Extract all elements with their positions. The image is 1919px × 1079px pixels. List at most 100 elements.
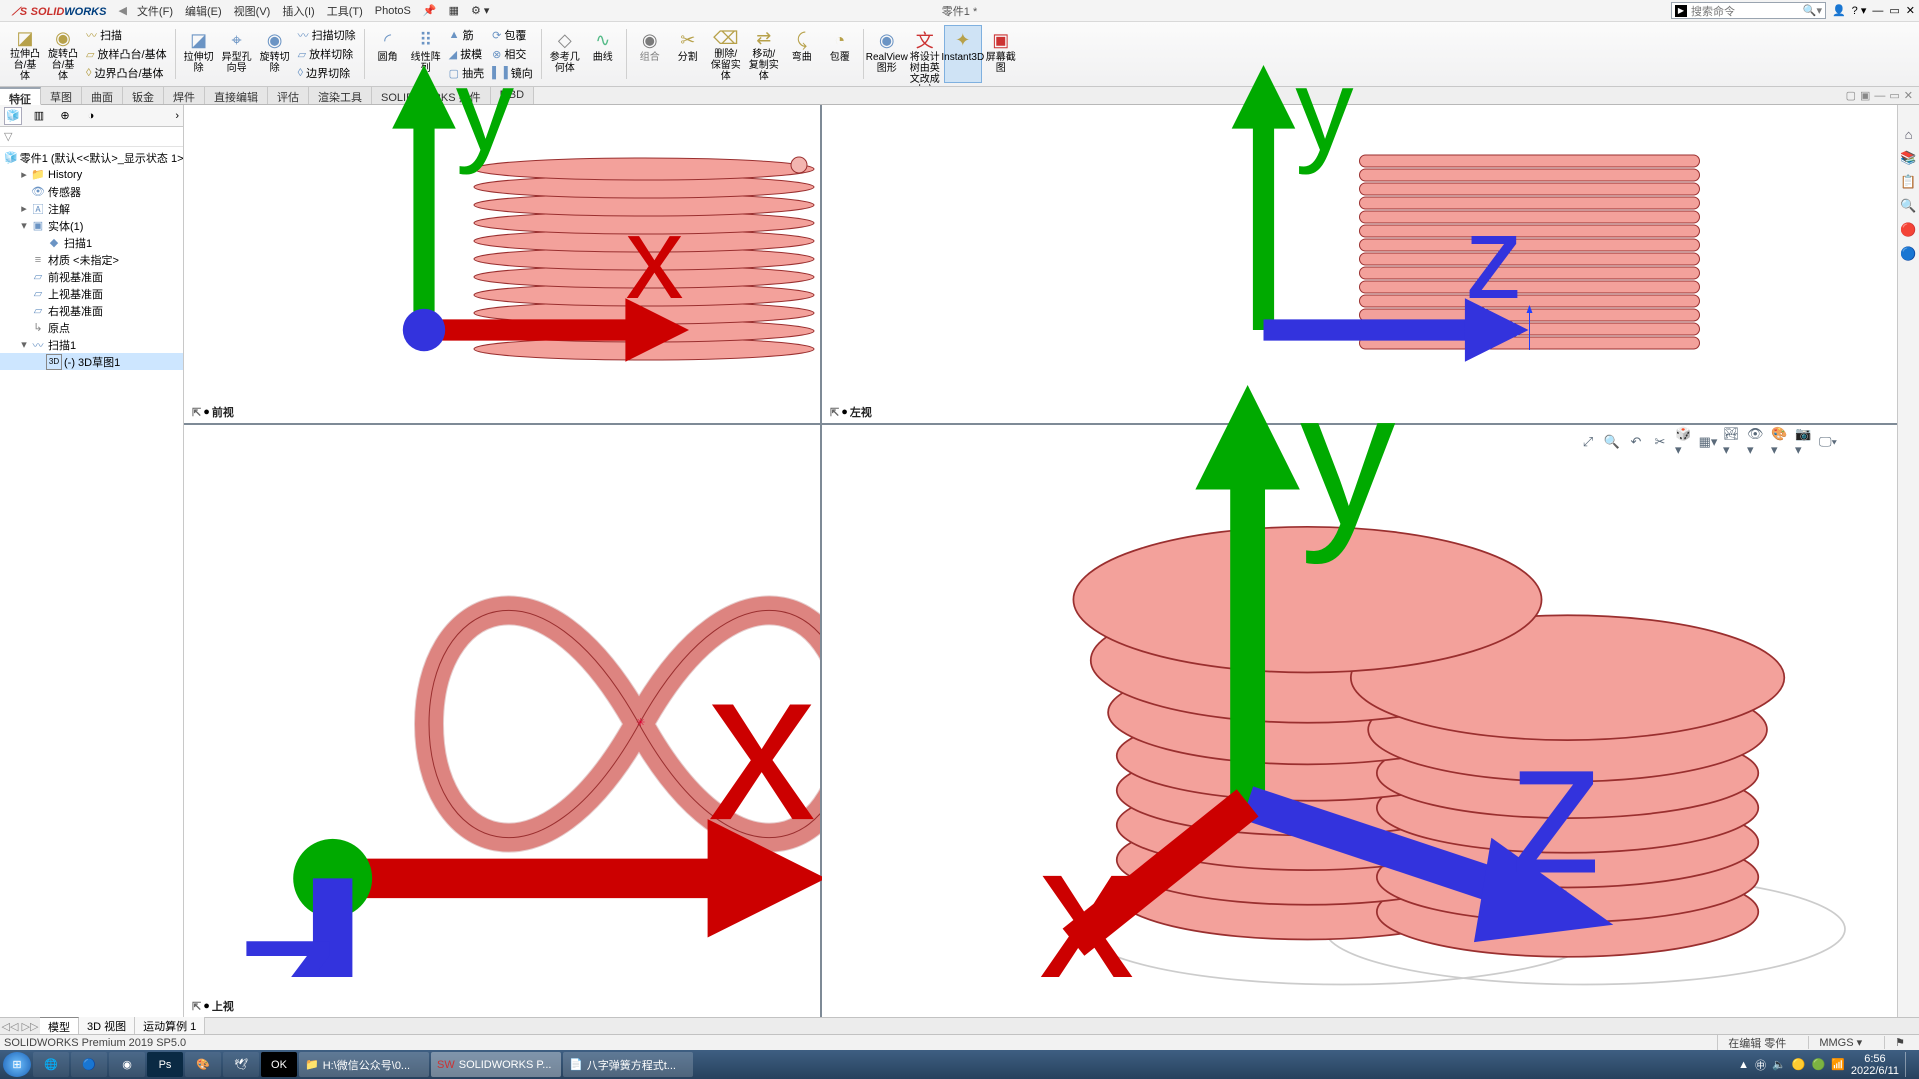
close-icon[interactable]: ✕ <box>1906 4 1915 17</box>
menu-view[interactable]: 视图(V) <box>228 3 277 19</box>
status-product: SOLIDWORKS Premium 2019 SP5.0 <box>4 1037 186 1049</box>
taskbar-app-7[interactable]: OK <box>261 1052 297 1077</box>
windows-taskbar: ⊞ 🌐 🔵 ◉ Ps 🎨 🕊 OK 📁 H:\微信公众号\0... SW SOL… <box>0 1050 1919 1079</box>
taskbar-app-ps[interactable]: Ps <box>147 1052 183 1077</box>
cmd-wrap[interactable]: ⟳ 包覆 <box>488 26 537 44</box>
menu-edit[interactable]: 编辑(E) <box>179 3 228 19</box>
show-desktop[interactable] <box>1905 1052 1913 1077</box>
cmd-loft-cut[interactable]: ▱ 放样切除 <box>294 45 360 63</box>
fm-filter-row[interactable]: ▽ <box>0 127 183 147</box>
cmd-loft[interactable]: ▱ 放样凸台/基体 <box>82 45 171 63</box>
taskbar-app-5[interactable]: 🎨 <box>185 1052 221 1077</box>
tray-icon-2[interactable]: 🟡 <box>1792 1058 1806 1071</box>
app-logo: ⟋S SOLIDWORKS <box>12 3 106 19</box>
cmd-sweep[interactable]: 〰 扫描 <box>82 26 171 44</box>
viewport-front[interactable]: yx ⇱●前视 <box>184 105 820 423</box>
tab-surface[interactable]: 曲面 <box>82 87 123 104</box>
fm-expand-icon[interactable]: › <box>175 110 179 122</box>
cmd-extrude-boss[interactable]: ◪拉伸凸台/基体 <box>6 25 44 83</box>
search-play-icon: ▶ <box>1675 5 1687 17</box>
taskbar-app-6[interactable]: 🕊 <box>223 1052 259 1077</box>
search-command-box[interactable]: ▶ 搜索命令 🔍▾ <box>1671 2 1826 19</box>
help-icon[interactable]: ? ▾ <box>1852 4 1867 17</box>
tab-sketch[interactable]: 草图 <box>41 87 82 104</box>
taskbar-app-3[interactable]: ◉ <box>109 1052 145 1077</box>
minimize-icon[interactable]: — <box>1872 5 1883 17</box>
tray-up-icon[interactable]: ▲ <box>1738 1059 1749 1071</box>
menu-gear-icon[interactable]: ⚙ ▾ <box>465 4 495 17</box>
system-clock[interactable]: 6:56 2022/6/11 <box>1851 1053 1899 1077</box>
fm-tab-tree-icon[interactable]: 🧊 <box>4 107 22 125</box>
viewport-left[interactable]: yz ⇱●左视 <box>822 105 1897 423</box>
cmd-sweep-cut[interactable]: 〰 扫描切除 <box>294 26 360 44</box>
cmd-intersect[interactable]: ⊗ 相交 <box>488 45 537 63</box>
taskbar-solidworks[interactable]: SW SOLIDWORKS P... <box>431 1052 561 1077</box>
cmd-draft[interactable]: ◢ 拔模 <box>445 45 488 63</box>
tree-root[interactable]: 🧊零件1 (默认<<默认>_显示状态 1>) <box>0 149 183 166</box>
nav-back-icon[interactable]: ◀ <box>114 4 130 17</box>
taskbar-folder[interactable]: 📁 H:\微信公众号\0... <box>299 1052 429 1077</box>
menu-bar: ⟋S SOLIDWORKS ◀ 文件(F) 编辑(E) 视图(V) 插入(I) … <box>0 0 1919 22</box>
fm-tab-property-icon[interactable]: ▥ <box>30 107 48 125</box>
feature-tree: 🧊零件1 (默认<<默认>_显示状态 1>) ▸📁History 👁传感器 ▸🄰… <box>0 147 183 1017</box>
cmd-rib[interactable]: ▲ 筋 <box>445 26 488 44</box>
tree-origin[interactable]: ↳原点 <box>0 319 183 336</box>
cmd-boundary[interactable]: ◊ 边界凸台/基体 <box>82 64 171 82</box>
pin-icon: ⇱ <box>192 1000 201 1013</box>
tree-history[interactable]: ▸📁History <box>0 166 183 183</box>
user-icon[interactable]: 👤 <box>1832 4 1846 17</box>
tab-features[interactable]: 特征 <box>0 87 41 105</box>
document-title: 零件1 * <box>942 3 977 19</box>
svg-text:z: z <box>1509 700 1605 914</box>
tray-icon-3[interactable]: 🟢 <box>1811 1058 1825 1071</box>
tab-model[interactable]: 模型 <box>40 1017 79 1036</box>
tray-network-icon[interactable]: 📶 <box>1831 1058 1845 1071</box>
tree-3dsketch[interactable]: 3D(-) 3D草图1 <box>0 353 183 370</box>
menu-insert[interactable]: 插入(I) <box>276 3 320 19</box>
viewport-top[interactable]: ✳ xz ⇱●上视 <box>184 425 820 1017</box>
tree-body-item[interactable]: ◆扫描1 <box>0 234 183 251</box>
tab-weldment[interactable]: 焊件 <box>164 87 205 104</box>
tree-material[interactable]: ≡材质 <未指定> <box>0 251 183 268</box>
menu-photo[interactable]: PhotoS <box>369 5 417 17</box>
menu-bar-right: ▶ 搜索命令 🔍▾ 👤 ? ▾ — ▭ ✕ <box>1671 2 1915 19</box>
main-menu: 文件(F) 编辑(E) 视图(V) 插入(I) 工具(T) PhotoS 📌 ▦… <box>131 3 495 19</box>
cmd-revolve-boss[interactable]: ◉旋转凸台/基体 <box>44 25 82 83</box>
tree-plane-top[interactable]: ▱上视基准面 <box>0 285 183 302</box>
tree-plane-front[interactable]: ▱前视基准面 <box>0 268 183 285</box>
viewport-iso[interactable]: ⤢ 🔍 ↶ ✂ 🎲▾ ▦▾ 🏞▾ 👁▾ 🎨▾ 📷▾ 🖵▾ <box>822 425 1897 1017</box>
fm-tab-config-icon[interactable]: ⊕ <box>56 107 74 125</box>
menu-file[interactable]: 文件(F) <box>131 3 179 19</box>
taskbar-app-2[interactable]: 🔵 <box>71 1052 107 1077</box>
tabs-scroll-right-icon[interactable]: ▷▷ <box>20 1020 40 1033</box>
graphics-area[interactable]: yx ⇱●前视 y <box>184 105 1897 1017</box>
search-placeholder: 搜索命令 <box>1691 3 1735 19</box>
clock-time: 6:56 <box>1851 1053 1899 1065</box>
taskbar-notepad[interactable]: 📄 八字弹簧方程式t... <box>563 1052 693 1077</box>
menu-pin-icon[interactable]: 📌 <box>417 4 443 17</box>
status-units[interactable]: MMGS ▾ <box>1808 1036 1872 1049</box>
status-edit-mode: 在编辑 零件 <box>1717 1035 1796 1051</box>
menu-grid-icon[interactable]: ▦ <box>443 4 465 17</box>
svg-text:x: x <box>625 192 683 323</box>
start-button[interactable]: ⊞ <box>3 1052 31 1077</box>
tab-motion[interactable]: 运动算例 1 <box>135 1017 205 1035</box>
tabs-scroll-left-icon[interactable]: ◁◁ <box>0 1020 20 1033</box>
tree-bodies-folder[interactable]: ▾▣实体(1) <box>0 217 183 234</box>
tray-icon-1[interactable]: 🔈 <box>1772 1058 1786 1071</box>
tab-sheetmetal[interactable]: 钣金 <box>123 87 164 104</box>
svg-text:z: z <box>234 860 343 977</box>
tree-plane-right[interactable]: ▱右视基准面 <box>0 302 183 319</box>
pin-icon: ⇱ <box>192 406 201 419</box>
menu-tools[interactable]: 工具(T) <box>321 3 369 19</box>
tree-sensors[interactable]: 👁传感器 <box>0 183 183 200</box>
feature-manager-panel: 🧊 ▥ ⊕ ◑ › ▽ 🧊零件1 (默认<<默认>_显示状态 1>) ▸📁His… <box>0 105 184 1017</box>
restore-icon[interactable]: ▭ <box>1889 4 1899 17</box>
tree-sweep-feature[interactable]: ▾〰扫描1 <box>0 336 183 353</box>
tab-3dview[interactable]: 3D 视图 <box>79 1017 135 1035</box>
taskbar-app-1[interactable]: 🌐 <box>33 1052 69 1077</box>
tray-lang-icon[interactable]: ㊥ <box>1755 1057 1766 1073</box>
status-notify-icon[interactable]: ⚑ <box>1884 1036 1915 1049</box>
fm-tab-dim-icon[interactable]: ◑ <box>82 107 100 125</box>
tree-annotations[interactable]: ▸🄰注解 <box>0 200 183 217</box>
